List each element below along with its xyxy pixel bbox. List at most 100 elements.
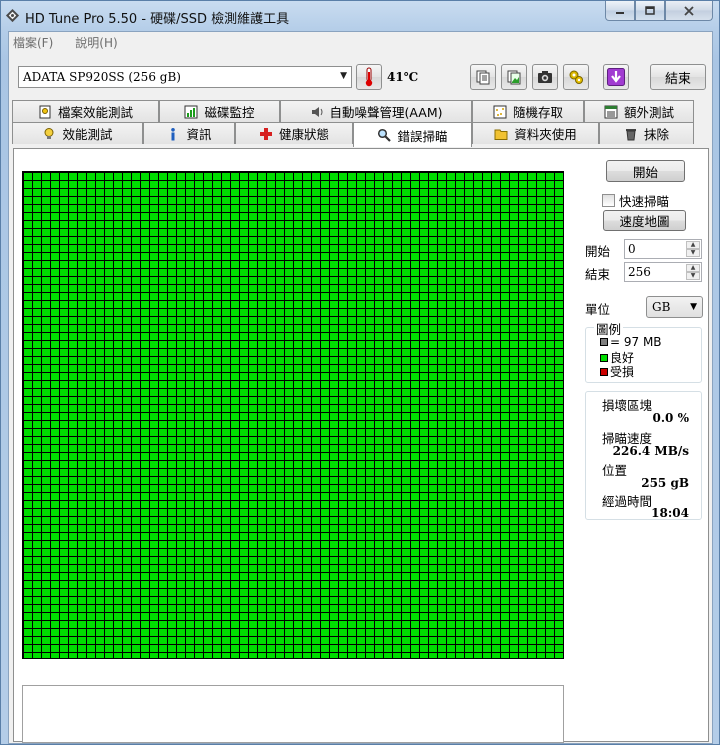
folder-icon (494, 129, 508, 140)
scan-stats-group: 損壞區塊 0.0 % 掃瞄速度 226.4 MB/s 位置 255 gB 經過時… (585, 391, 702, 520)
quick-scan-label: 快速掃瞄 (619, 194, 670, 209)
tab-label: 檔案效能測試 (57, 105, 133, 120)
start-position-label: 開始 (585, 244, 611, 259)
scan-block-map (22, 171, 564, 659)
speaker-icon (311, 106, 322, 117)
drive-select-value: ADATA SP920SS (256 gB) (23, 70, 181, 84)
menu-help[interactable]: 說明(H) (75, 34, 117, 51)
damaged-blocks-label: 損壞區塊 (602, 398, 653, 413)
client-area: 檔案(F) 說明(H) ADATA SP920SS (256 gB) ▼ 41℃ (8, 31, 713, 744)
download-arrow-icon (607, 68, 625, 86)
unit-value: GB (652, 300, 671, 314)
spin-down-icon[interactable]: ▼ (686, 249, 700, 257)
tab-folder-usage[interactable]: 資料夾使用 (472, 122, 599, 144)
file-benchmark-icon (39, 105, 51, 118)
unit-label: 單位 (585, 302, 611, 317)
tab-label: 錯誤掃瞄 (397, 128, 448, 144)
legend-damaged-text: 受損 (610, 365, 635, 379)
menu-bar: 檔案(F) 說明(H) (9, 32, 712, 52)
legend-damaged: 受損 (600, 363, 634, 380)
tab-error-scan[interactable]: 錯誤掃瞄 (353, 122, 472, 147)
elapsed-time-value: 18:04 (651, 506, 689, 520)
tab-label: 健康狀態 (278, 127, 329, 142)
exit-button[interactable]: 結束 (650, 64, 706, 90)
thermometer-icon (365, 67, 373, 87)
lightbulb-icon (44, 127, 54, 139)
close-icon (684, 5, 694, 16)
start-position-value: 0 (628, 242, 636, 256)
legend-block-text: = 97 MB (610, 335, 662, 349)
menu-file[interactable]: 檔案(F) (13, 34, 53, 51)
camera-icon (538, 71, 552, 83)
copy-text-icon (476, 70, 490, 85)
end-position-value: 256 (628, 265, 651, 279)
tab-label: 資料夾使用 (514, 127, 577, 142)
info-icon (171, 127, 176, 140)
tab-label: 抹除 (643, 127, 669, 142)
copy-image-icon (507, 70, 521, 85)
legend-group: 圖例 = 97 MB 良好 受損 (585, 319, 702, 383)
tab-extra-tests[interactable]: 額外測試 (584, 100, 694, 122)
scan-sidebar: 開始 快速掃瞄 速度地圖 開始 0 ▲ ▼ 結束 256 ▲ ▼ 單位 GB ▼… (574, 157, 704, 520)
error-scan-panel: 開始 快速掃瞄 速度地圖 開始 0 ▲ ▼ 結束 256 ▲ ▼ 單位 GB ▼… (13, 148, 709, 743)
spin-up-icon[interactable]: ▲ (686, 241, 700, 249)
tab-file-benchmark[interactable]: 檔案效能測試 (12, 100, 159, 122)
tab-disk-monitor[interactable]: 磁碟監控 (159, 100, 280, 122)
start-button[interactable]: 開始 (606, 160, 685, 182)
unit-select[interactable]: GB ▼ (646, 296, 703, 318)
tab-info[interactable]: 資訊 (143, 122, 235, 144)
position-value: 255 gB (641, 476, 689, 490)
tab-erase[interactable]: 抹除 (599, 122, 694, 144)
health-cross-icon (259, 127, 272, 140)
options-icon (569, 70, 583, 84)
checkbox-box[interactable] (602, 194, 615, 207)
temperature-value: 41℃ (387, 70, 419, 84)
random-access-icon (493, 105, 507, 118)
quick-scan-checkbox[interactable]: 快速掃瞄 (602, 191, 669, 210)
maximize-icon (645, 5, 655, 15)
temperature-button[interactable] (356, 64, 382, 90)
close-button[interactable] (665, 1, 713, 21)
tab-benchmark[interactable]: 效能測試 (12, 122, 143, 144)
window-title: HD Tune Pro 5.50 - 硬碟/SSD 檢測維護工具 (25, 12, 290, 27)
screenshot-button[interactable] (532, 64, 558, 90)
end-position-input[interactable]: 256 ▲ ▼ (624, 262, 702, 282)
tab-label: 自動噪聲管理(AAM) (329, 105, 443, 120)
toolbar: ADATA SP920SS (256 gB) ▼ 41℃ 結束 (9, 58, 712, 98)
tab-strip: 檔案效能測試 磁碟監控 自動噪聲管理(AAM) 隨機存取 額外測試 效能測試 資… (9, 100, 712, 148)
chevron-down-icon: ▼ (340, 71, 347, 81)
options-button[interactable] (563, 64, 589, 90)
tab-random-access[interactable]: 隨機存取 (472, 100, 584, 122)
minimize-button[interactable] (605, 1, 635, 21)
copy-text-button[interactable] (470, 64, 496, 90)
end-position-label: 結束 (585, 267, 611, 282)
position-label: 位置 (602, 463, 628, 478)
tab-label: 效能測試 (62, 127, 113, 142)
spin-down-icon[interactable]: ▼ (686, 272, 700, 280)
disk-monitor-icon (184, 105, 198, 118)
damaged-swatch (600, 367, 608, 376)
tab-aam[interactable]: 自動噪聲管理(AAM) (280, 100, 472, 122)
trash-icon (625, 128, 636, 140)
tab-label: 磁碟監控 (204, 105, 255, 120)
scan-speed-value: 226.4 MB/s (612, 444, 689, 458)
drive-select[interactable]: ADATA SP920SS (256 gB) ▼ (18, 66, 352, 88)
app-logo-icon (5, 8, 20, 23)
magnifier-icon (378, 128, 392, 142)
legend-block-size: = 97 MB (600, 335, 662, 349)
tab-health[interactable]: 健康狀態 (235, 122, 353, 144)
chevron-down-icon: ▼ (690, 302, 697, 312)
save-button[interactable] (603, 64, 629, 90)
good-swatch (600, 353, 608, 362)
app-window: HD Tune Pro 5.50 - 硬碟/SSD 檢測維護工具 檔案(F) 說… (0, 0, 720, 745)
tab-label: 隨機存取 (512, 105, 563, 120)
extra-tests-icon (604, 105, 618, 118)
spin-up-icon[interactable]: ▲ (686, 264, 700, 272)
maximize-button[interactable] (635, 1, 665, 21)
block-swatch (600, 338, 608, 346)
title-bar[interactable]: HD Tune Pro 5.50 - 硬碟/SSD 檢測維護工具 (1, 1, 719, 31)
speed-map-button[interactable]: 速度地圖 (603, 210, 686, 231)
copy-screenshot-button[interactable] (501, 64, 527, 90)
start-position-input[interactable]: 0 ▲ ▼ (624, 239, 702, 259)
scan-log (22, 685, 564, 743)
